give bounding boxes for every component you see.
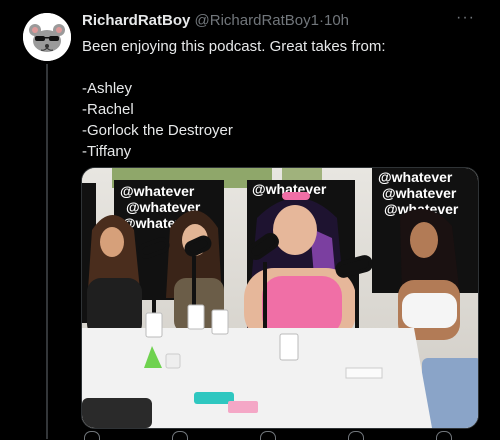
podcast-photo: @whatever @whatever @whatever @whatever … xyxy=(82,168,478,428)
list-item: -Gorlock the Destroyer xyxy=(82,122,233,139)
user-handle[interactable]: @RichardRatBoy1 xyxy=(195,12,319,29)
tweet-time[interactable]: 10h xyxy=(324,12,349,29)
backdrop-text: @whatever xyxy=(120,183,195,199)
avatar-rat-icon xyxy=(23,13,71,61)
tweet-actions xyxy=(82,431,482,440)
tweet-text: Been enjoying this podcast. Great takes … xyxy=(82,36,482,162)
backdrop-text: @whatever xyxy=(382,185,457,201)
avatar[interactable] xyxy=(23,13,71,61)
list-item: -Ashley xyxy=(82,80,133,97)
thread-line xyxy=(46,64,48,439)
backdrop-text: @whatever xyxy=(378,169,453,185)
list-item: -Tiffany xyxy=(82,143,132,160)
more-icon[interactable]: ··· xyxy=(456,9,475,27)
display-name[interactable]: RichardRatBoy xyxy=(82,12,190,29)
tweet-header: RichardRatBoy @RichardRatBoy1·10h xyxy=(82,11,349,31)
tweet-media-photo[interactable]: @whatever @whatever @whatever @whatever … xyxy=(81,167,479,429)
list-item: -Rachel xyxy=(82,101,134,118)
tweet-intro: Been enjoying this podcast. Great takes … xyxy=(82,38,386,55)
